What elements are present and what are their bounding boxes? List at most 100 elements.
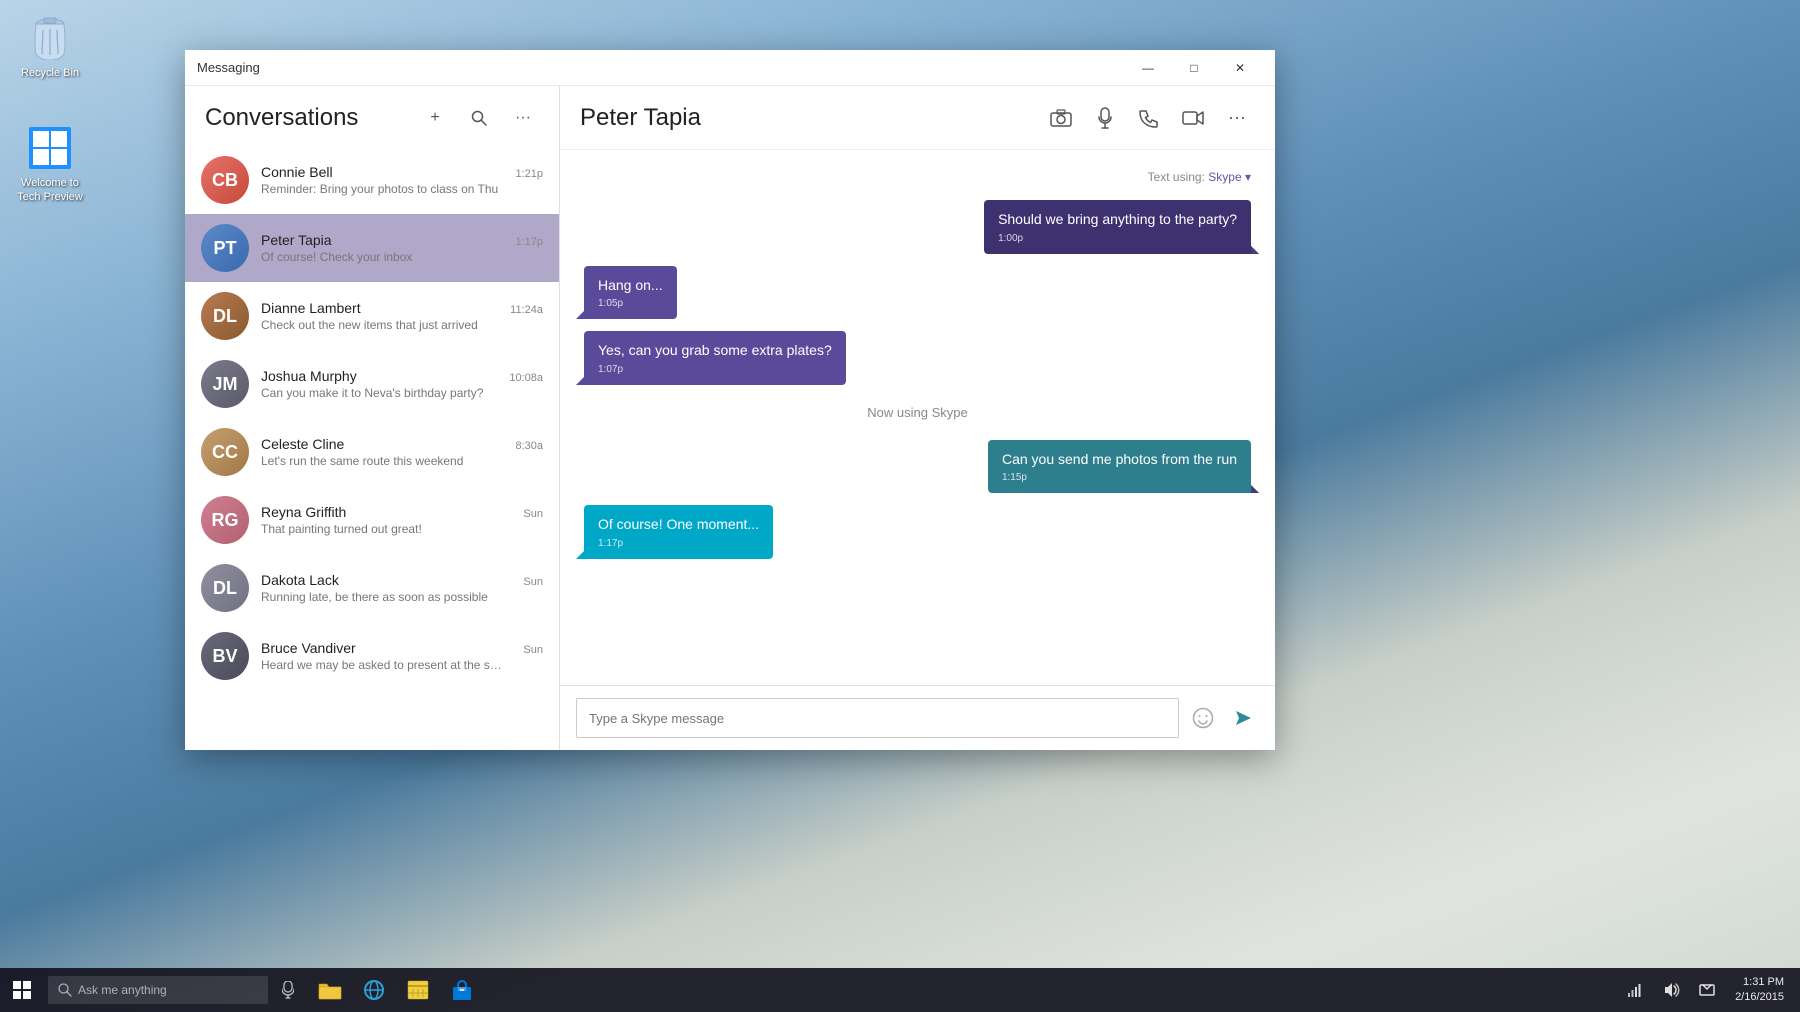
conv-preview: Reminder: Bring your photos to class on … (261, 182, 543, 196)
conversation-item-dianne-lambert[interactable]: DL Dianne Lambert 11:24a Check out the n… (185, 282, 559, 350)
taskbar-store[interactable] (440, 968, 484, 1012)
conv-preview: Check out the new items that just arrive… (261, 318, 543, 332)
welcome-label: Welcome toTech Preview (17, 176, 82, 205)
avatar-reyna-griffith: RG (201, 496, 249, 544)
conv-preview: Of course! Check your inbox (261, 250, 543, 264)
app-content: Conversations + ··· (185, 86, 1275, 750)
message-bubble-2: Hang on... 1:05p (584, 266, 677, 320)
search-input[interactable] (78, 983, 238, 997)
start-button[interactable] (0, 968, 44, 1012)
maximize-button[interactable]: □ (1171, 52, 1217, 84)
chat-input-area (560, 685, 1275, 750)
taskbar-file-manager[interactable] (396, 968, 440, 1012)
conv-name-row: Connie Bell 1:21p (261, 164, 543, 180)
notification-icon[interactable] (1691, 974, 1723, 1006)
conv-info-peter-tapia: Peter Tapia 1:17p Of course! Check your … (261, 232, 543, 264)
send-button[interactable] (1227, 702, 1259, 734)
conversations-title: Conversations (205, 104, 419, 132)
conv-preview: Let's run the same route this weekend (261, 454, 543, 468)
conv-info-dakota-lack: Dakota Lack Sun Running late, be there a… (261, 572, 543, 604)
desktop-icon-welcome[interactable]: Welcome toTech Preview (10, 120, 90, 209)
taskbar-apps (308, 968, 484, 1012)
message-input[interactable] (576, 698, 1179, 738)
minimize-button[interactable]: — (1125, 52, 1171, 84)
network-icon[interactable] (1619, 974, 1651, 1006)
conversation-item-celeste-cline[interactable]: CC Celeste Cline 8:30a Let's run the sam… (185, 418, 559, 486)
text-using-bar: Text using: Skype ▾ (584, 170, 1251, 184)
conv-name-row: Reyna Griffith Sun (261, 504, 543, 520)
avatar-dianne-lambert: DL (201, 292, 249, 340)
windows-logo-icon (13, 981, 31, 999)
avatar-joshua-murphy: JM (201, 360, 249, 408)
conversation-item-dakota-lack[interactable]: DL Dakota Lack Sun Running late, be ther… (185, 554, 559, 622)
conv-info-bruce-vandiver: Bruce Vandiver Sun Heard we may be asked… (261, 640, 543, 672)
message-text: Can you send me photos from the run (1002, 450, 1237, 470)
volume-icon[interactable] (1655, 974, 1687, 1006)
taskbar-system-tray: 1:31 PM 2/16/2015 (1619, 974, 1800, 1006)
avatar-bruce-vandiver: BV (201, 632, 249, 680)
message-row-4: Can you send me photos from the run 1:15… (584, 440, 1251, 494)
taskbar-internet-explorer[interactable] (352, 968, 396, 1012)
conv-time: 10:08a (509, 372, 543, 384)
message-row-5: Of course! One moment... 1:17p (584, 505, 1251, 559)
message-text: Hang on... (598, 276, 663, 296)
chat-header: Peter Tapia (560, 86, 1275, 150)
video-button[interactable] (1175, 100, 1211, 136)
message-time: 1:00p (998, 233, 1237, 244)
desktop-icon-recycle-bin[interactable]: Recycle Bin (10, 10, 90, 84)
conv-name-row: Celeste Cline 8:30a (261, 436, 543, 452)
phone-button[interactable] (1131, 100, 1167, 136)
conv-info-joshua-murphy: Joshua Murphy 10:08a Can you make it to … (261, 368, 543, 400)
conversation-item-peter-tapia[interactable]: PT Peter Tapia 1:17p Of course! Check yo… (185, 214, 559, 282)
conversation-item-connie-bell[interactable]: CB Connie Bell 1:21p Reminder: Bring you… (185, 146, 559, 214)
message-text: Of course! One moment... (598, 515, 759, 535)
message-row-1: Should we bring anything to the party? 1… (584, 200, 1251, 254)
search-conversations-button[interactable] (463, 102, 495, 134)
taskbar: 1:31 PM 2/16/2015 (0, 968, 1800, 1012)
chat-actions: ··· (1043, 100, 1255, 136)
conv-time: 8:30a (515, 440, 543, 452)
more-conversations-button[interactable]: ··· (507, 102, 539, 134)
message-time: 1:17p (598, 538, 759, 549)
emoji-button[interactable] (1187, 702, 1219, 734)
message-bubble-5: Of course! One moment... 1:17p (584, 505, 773, 559)
chat-contact-name: Peter Tapia (580, 104, 1043, 132)
recycle-bin-icon (26, 14, 74, 62)
conversations-panel: Conversations + ··· (185, 86, 560, 750)
conv-name-row: Dakota Lack Sun (261, 572, 543, 588)
conv-header-actions: + ··· (419, 102, 539, 134)
taskbar-clock[interactable]: 1:31 PM 2/16/2015 (1727, 975, 1792, 1006)
window-controls: — □ ✕ (1125, 52, 1263, 84)
conversation-list: CB Connie Bell 1:21p Reminder: Bring you… (185, 146, 559, 750)
conversation-item-bruce-vandiver[interactable]: BV Bruce Vandiver Sun Heard we may be as… (185, 622, 559, 690)
conv-info-reyna-griffith: Reyna Griffith Sun That painting turned … (261, 504, 543, 536)
conv-time: Sun (523, 508, 543, 520)
message-bubble-1: Should we bring anything to the party? 1… (984, 200, 1251, 254)
search-icon (58, 983, 72, 997)
conv-name-row: Peter Tapia 1:17p (261, 232, 543, 248)
conv-time: Sun (523, 576, 543, 588)
close-button[interactable]: ✕ (1217, 52, 1263, 84)
more-chat-button[interactable]: ··· (1219, 100, 1255, 136)
camera-button[interactable] (1043, 100, 1079, 136)
message-bubble-4: Can you send me photos from the run 1:15… (988, 440, 1251, 494)
avatar-celeste-cline: CC (201, 428, 249, 476)
taskbar-microphone-button[interactable] (272, 974, 304, 1006)
message-text: Yes, can you grab some extra plates? (598, 341, 832, 361)
message-row-2: Hang on... 1:05p (584, 266, 1251, 320)
new-conversation-button[interactable]: + (419, 102, 451, 134)
conv-time: 1:21p (515, 168, 543, 180)
conversation-item-joshua-murphy[interactable]: JM Joshua Murphy 10:08a Can you make it … (185, 350, 559, 418)
taskbar-file-explorer[interactable] (308, 968, 352, 1012)
recycle-bin-label: Recycle Bin (21, 66, 79, 80)
title-bar: Messaging — □ ✕ (185, 50, 1275, 86)
taskbar-search[interactable] (48, 976, 268, 1004)
conv-preview: Can you make it to Neva's birthday party… (261, 386, 543, 400)
conversations-header: Conversations + ··· (185, 86, 559, 146)
conversation-item-reyna-griffith[interactable]: RG Reyna Griffith Sun That painting turn… (185, 486, 559, 554)
chat-panel: Peter Tapia (560, 86, 1275, 750)
clock-time: 1:31 PM (1743, 975, 1784, 990)
text-using-service[interactable]: Skype ▾ (1208, 170, 1251, 184)
microphone-button[interactable] (1087, 100, 1123, 136)
clock-date: 2/16/2015 (1735, 990, 1784, 1005)
